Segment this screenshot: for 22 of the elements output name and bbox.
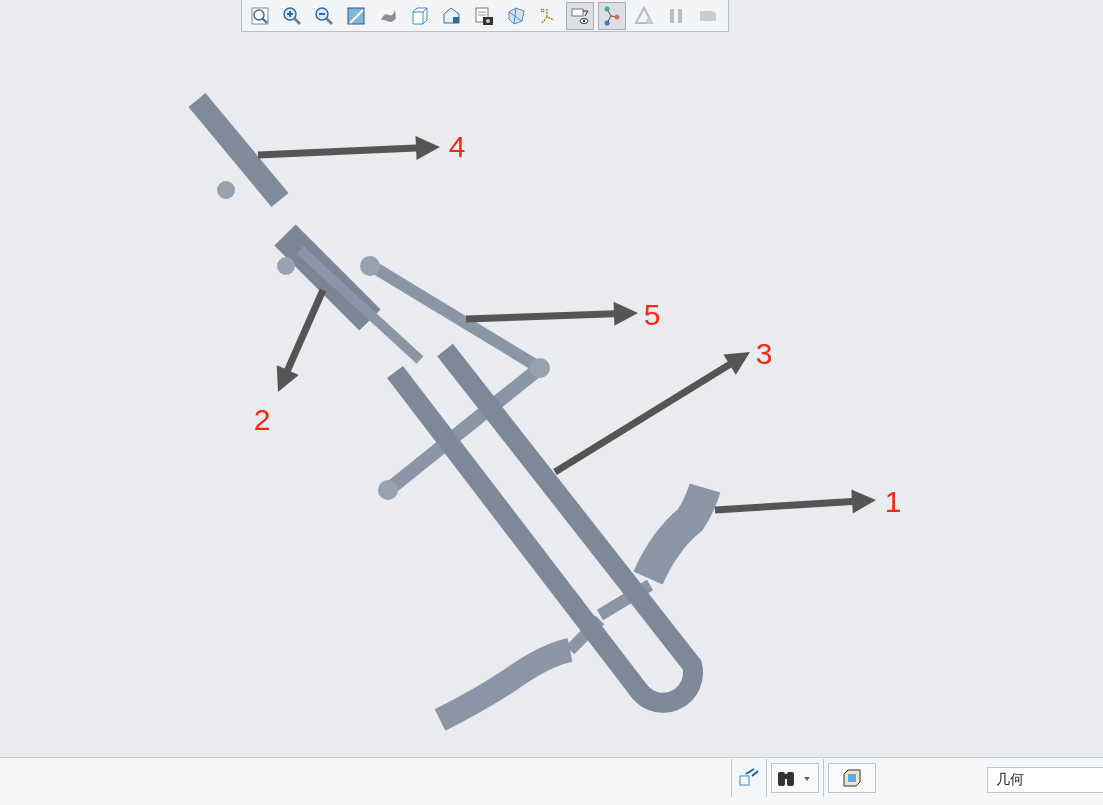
zoom-fit-icon [250, 5, 270, 26]
callout-number: 4 [448, 129, 466, 163]
box-icon [841, 767, 863, 789]
callout-number: 5 [643, 297, 661, 331]
callout-number: 1 [884, 484, 902, 518]
selection-filter-field[interactable]: 几何 [987, 767, 1103, 793]
callout-number: 3 [755, 336, 773, 370]
selection-button[interactable] [828, 763, 876, 793]
house-cube-icon [442, 5, 462, 26]
camera-list-icon [474, 5, 494, 26]
repaint-icon [346, 5, 366, 26]
note-eye-icon [570, 5, 590, 26]
zoom-out-icon [314, 5, 334, 26]
triangle-icon [634, 5, 654, 26]
toolbar-button[interactable] [566, 1, 594, 30]
regenerate-icon[interactable] [738, 766, 760, 788]
branch-icon [602, 5, 622, 26]
find-button[interactable] [771, 763, 819, 793]
callout-number: 2 [253, 402, 271, 436]
zoom-in-icon [282, 5, 302, 26]
cube-icon [410, 5, 430, 26]
wire-cube-icon [506, 5, 526, 26]
